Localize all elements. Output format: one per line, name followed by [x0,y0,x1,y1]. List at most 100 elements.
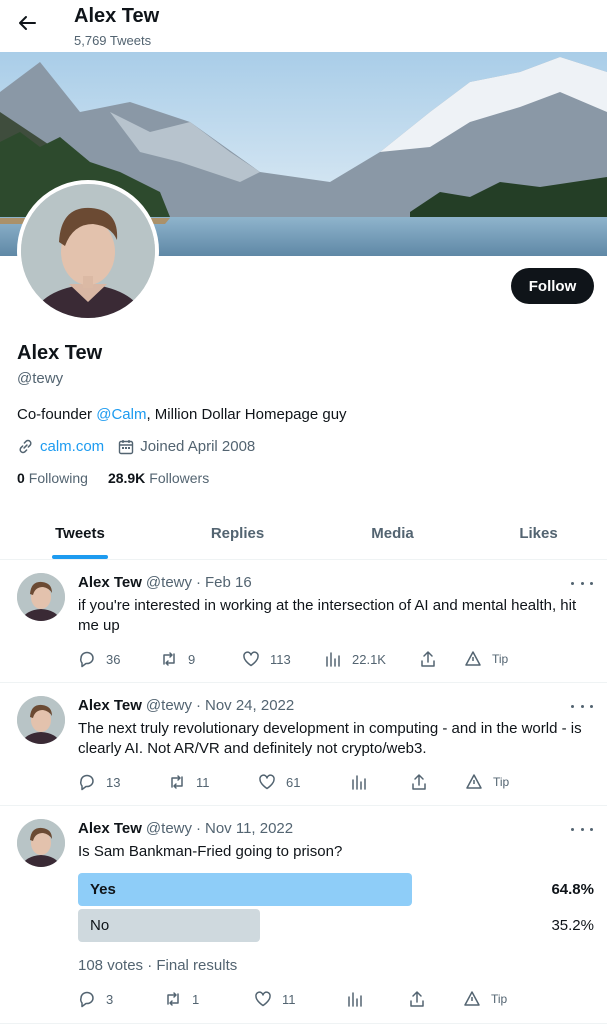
heart-icon [259,774,275,790]
more-options-icon[interactable] [571,822,593,836]
profile-joined: Joined April 2008 [118,438,255,455]
more-options-icon[interactable] [571,576,593,590]
tweet-avatar[interactable] [17,696,65,744]
poll-option-label: No [90,917,110,934]
tweet-author-name[interactable]: Alex Tew [78,820,142,837]
tab-label: Likes [519,525,558,542]
views-button[interactable] [346,990,408,1008]
tweet-author-handle[interactable]: @tewy [146,697,192,714]
retweet-icon [167,992,179,1006]
poll-option: Yes 64.8% [78,873,594,906]
back-arrow-icon[interactable] [12,8,42,38]
bio-suffix: , Million Dollar Homepage guy [146,406,347,423]
share-icon [410,991,424,1007]
share-button[interactable] [419,650,464,668]
retweet-button[interactable]: 1 [164,990,254,1008]
poll-option-percent: 35.2% [551,917,594,934]
bio-prefix: Co-founder [17,406,97,423]
reply-count: 13 [106,774,121,790]
followers-label: Followers [149,470,210,486]
tab-label: Media [371,525,414,542]
tab-media[interactable]: Media [315,508,470,559]
following-label: Following [28,470,88,486]
tip-button[interactable]: Tip [463,990,507,1008]
profile-bio: Co-founder @Calm, Million Dollar Homepag… [17,406,347,423]
tweet[interactable]: Alex Tew @tewy · Nov 24, 2022 The next t… [0,683,607,806]
followers-stat[interactable]: 28.9K Followers [108,470,209,486]
views-button[interactable] [350,773,410,791]
reply-button[interactable]: 13 [78,773,168,791]
top-bar: Alex Tew 5,769 Tweets [0,0,607,52]
retweet-button[interactable]: 11 [168,773,258,791]
profile-name: Alex Tew [17,342,103,364]
tweet-avatar[interactable] [17,819,65,867]
following-stat[interactable]: 0 Following [17,470,88,486]
tweet[interactable]: Alex Tew @tewy · Feb 16 if you're intere… [0,560,607,683]
tab-likes[interactable]: Likes [470,508,607,559]
views-chart-icon [348,992,362,1007]
retweet-icon [171,775,183,789]
tweet[interactable]: Alex Tew @tewy · Nov 11, 2022 Is Sam Ban… [0,806,607,1024]
reply-icon [80,991,94,1008]
share-icon [412,774,426,790]
reply-count: 36 [106,651,121,667]
tweet-author-name[interactable]: Alex Tew [78,574,142,591]
poll-bar [78,873,412,906]
tab-tweets[interactable]: Tweets [0,508,160,559]
views-chart-icon [352,775,366,790]
separator-dot: · [196,574,201,591]
tweet-header: Alex Tew @tewy · Nov 24, 2022 [78,697,294,714]
tweet-actions: 13 11 61 Tip [78,772,518,792]
link-icon [19,439,32,454]
poll-option-percent: 64.8% [551,881,594,898]
share-button[interactable] [408,990,463,1008]
retweet-button[interactable]: 9 [160,650,242,668]
reply-button[interactable]: 3 [78,990,164,1008]
like-button[interactable]: 11 [254,990,346,1008]
tip-icon [466,774,482,789]
profile-link-text[interactable]: calm.com [40,438,104,455]
tweet-text: Is Sam Bankman-Fried going to prison? [78,843,343,860]
tweet-header: Alex Tew @tewy · Feb 16 [78,574,252,591]
profile-link[interactable]: calm.com [17,438,104,455]
heart-icon [255,991,271,1007]
tweet-date[interactable]: Nov 11, 2022 [205,820,293,837]
more-options-icon[interactable] [571,699,593,713]
tweet-author-name[interactable]: Alex Tew [78,697,142,714]
tweet-author-handle[interactable]: @tewy [146,820,192,837]
tab-label: Tweets [55,525,105,542]
tip-button[interactable]: Tip [465,773,509,791]
tip-icon [464,991,480,1006]
views-button[interactable]: 22.1K [324,650,419,668]
reply-count: 3 [106,991,114,1007]
tweet-avatar[interactable] [17,573,65,621]
retweet-icon [163,652,175,666]
tweet-actions: 3 1 11 Tip [78,989,518,1009]
reply-button[interactable]: 36 [78,650,160,668]
separator-dot: · [196,697,201,714]
tip-button[interactable]: Tip [464,650,508,668]
like-count: 11 [282,991,296,1007]
profile-avatar[interactable] [17,180,159,322]
tweet-date[interactable]: Feb 16 [205,574,252,591]
like-button[interactable]: 61 [258,773,350,791]
tweet-header: Alex Tew @tewy · Nov 11, 2022 [78,820,293,837]
poll-option: No 35.2% [78,909,594,942]
reply-icon [80,651,94,668]
like-count: 113 [270,651,291,667]
tab-replies[interactable]: Replies [160,508,315,559]
tip-label: Tip [492,652,509,666]
tweet-date[interactable]: Nov 24, 2022 [205,697,294,714]
header-tweet-count: 5,769 Tweets [74,33,152,48]
bio-mention-link[interactable]: @Calm [96,406,146,423]
tweet-author-handle[interactable]: @tewy [146,574,192,591]
tip-icon [465,651,481,666]
share-button[interactable] [410,773,465,791]
follow-button[interactable]: Follow [511,268,594,304]
like-button[interactable]: 113 [242,650,324,668]
calendar-icon [118,439,134,454]
poll-option-label: Yes [90,881,116,898]
separator-dot: · [196,820,201,837]
tip-label: Tip [493,775,510,789]
retweet-count: 1 [192,991,200,1007]
